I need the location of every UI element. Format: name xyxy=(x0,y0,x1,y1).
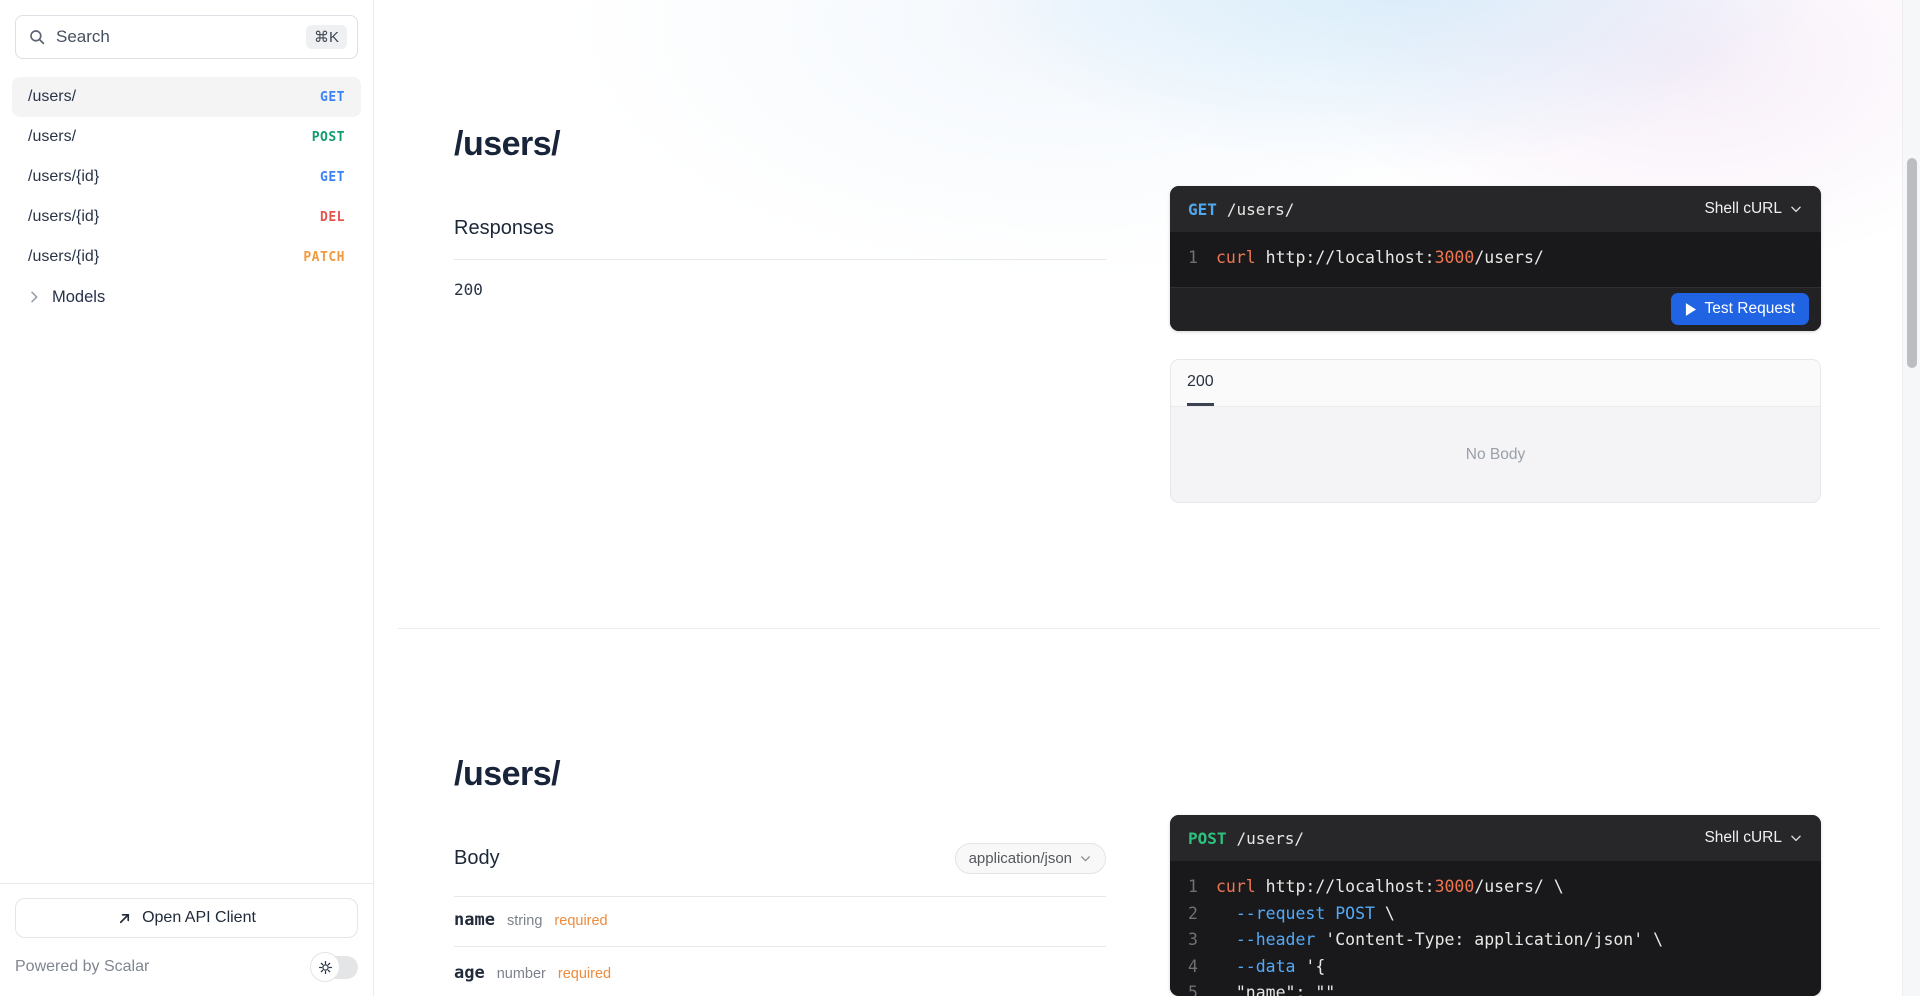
section-divider xyxy=(398,628,1880,629)
method-label: GET xyxy=(1188,200,1217,219)
chevron-down-icon xyxy=(1789,831,1803,845)
theme-toggle[interactable] xyxy=(310,952,358,982)
method-badge: POST xyxy=(312,130,345,145)
chevron-down-icon xyxy=(1789,202,1803,216)
method-badge: DEL xyxy=(320,210,345,225)
vertical-scrollbar[interactable] xyxy=(1902,0,1920,996)
field-required-label: required xyxy=(554,913,607,929)
divider xyxy=(454,259,1106,260)
divider xyxy=(454,946,1106,947)
code-line: 5 "name": "" xyxy=(1188,980,1803,996)
search-shortcut-badge: ⌘K xyxy=(306,25,347,49)
scrollbar-thumb[interactable] xyxy=(1907,158,1917,368)
content-type-selector[interactable]: application/json xyxy=(955,843,1106,874)
tab-200[interactable]: 200 xyxy=(1187,360,1214,406)
field-name-label: age xyxy=(454,963,485,983)
response-tabs: 200 xyxy=(1171,360,1820,407)
code-line: 1curl http://localhost:3000/users/ \ xyxy=(1188,874,1803,901)
sidebar: Search ⌘K /users/ GET /users/ POST /user… xyxy=(0,0,374,996)
field-type-label: string xyxy=(507,913,542,929)
sidebar-item-users-post[interactable]: /users/ POST xyxy=(12,117,361,157)
post-example-header: POST /users/ Shell cURL xyxy=(1170,815,1821,861)
test-request-button[interactable]: Test Request xyxy=(1671,293,1809,325)
schema-field-name: name string required xyxy=(454,910,1106,930)
endpoint-path: /users/{id} xyxy=(28,248,99,266)
language-label: Shell cURL xyxy=(1704,829,1782,847)
language-label: Shell cURL xyxy=(1704,200,1782,218)
play-icon xyxy=(1685,303,1696,316)
models-label: Models xyxy=(52,288,105,307)
code-line: 4 --data '{ xyxy=(1188,954,1803,981)
main-content: /users/ Responses 200 GET /users/ Shell … xyxy=(374,0,1920,996)
path-label: /users/ xyxy=(1237,829,1304,848)
response-code-200: 200 xyxy=(454,280,483,299)
get-example-card: GET /users/ Shell cURL 1curl http://loca… xyxy=(1170,186,1821,331)
code-line: 1curl http://localhost:3000/users/ xyxy=(1188,245,1803,272)
powered-by-scalar-link[interactable]: Powered by Scalar xyxy=(15,958,149,976)
endpoint-path: /users/{id} xyxy=(28,168,99,186)
path-label: /users/ xyxy=(1227,200,1294,219)
sidebar-item-users-id-get[interactable]: /users/{id} GET xyxy=(12,157,361,197)
open-api-client-button[interactable]: Open API Client xyxy=(15,898,358,938)
language-selector[interactable]: Shell cURL xyxy=(1704,829,1803,847)
language-selector[interactable]: Shell cURL xyxy=(1704,200,1803,218)
method-badge: PATCH xyxy=(303,250,345,265)
test-request-label: Test Request xyxy=(1705,300,1795,318)
field-required-label: required xyxy=(558,966,611,982)
code-snippet[interactable]: 1curl http://localhost:3000/users/ xyxy=(1170,232,1821,287)
sidebar-footer: Open API Client xyxy=(0,883,373,938)
body-heading: Body xyxy=(454,847,500,870)
schema-field-age: age number required xyxy=(454,963,1106,983)
method-label: POST xyxy=(1188,829,1227,848)
sidebar-item-users-id-del[interactable]: /users/{id} DEL xyxy=(12,197,361,237)
response-empty-text: No Body xyxy=(1171,407,1820,503)
method-badge: GET xyxy=(320,90,345,105)
sun-icon xyxy=(310,952,340,982)
chevron-down-icon xyxy=(1079,852,1092,865)
search-input[interactable]: Search ⌘K xyxy=(15,15,358,59)
sidebar-item-users-id-patch[interactable]: /users/{id} PATCH xyxy=(12,237,361,277)
endpoint-path: /users/ xyxy=(28,88,76,106)
page-title-post-users: /users/ xyxy=(454,755,560,794)
get-example-header: GET /users/ Shell cURL xyxy=(1170,186,1821,232)
sidebar-item-models[interactable]: Models xyxy=(12,277,361,317)
get-example-footer: Test Request xyxy=(1170,287,1821,331)
content-type-label: application/json xyxy=(969,850,1072,867)
responses-heading: Responses xyxy=(454,217,554,240)
endpoint-path: /users/ xyxy=(28,128,76,146)
response-panel: 200 No Body xyxy=(1170,359,1821,503)
chevron-right-icon xyxy=(26,289,42,305)
sidebar-item-users-get[interactable]: /users/ GET xyxy=(12,77,361,117)
search-icon xyxy=(28,28,46,46)
method-badge: GET xyxy=(320,170,345,185)
field-name-label: name xyxy=(454,910,495,930)
endpoint-list: /users/ GET /users/ POST /users/{id} GET… xyxy=(0,59,373,317)
external-arrow-icon xyxy=(117,911,132,926)
endpoint-path: /users/{id} xyxy=(28,208,99,226)
post-example-card: POST /users/ Shell cURL 1curl http://loc… xyxy=(1170,815,1821,996)
open-api-client-label: Open API Client xyxy=(142,909,256,927)
code-line: 2 --request POST \ xyxy=(1188,901,1803,928)
page-title-get-users: /users/ xyxy=(454,125,560,164)
field-type-label: number xyxy=(497,966,546,982)
search-placeholder: Search xyxy=(56,27,110,47)
divider xyxy=(454,896,1106,897)
code-snippet[interactable]: 1curl http://localhost:3000/users/ \2 --… xyxy=(1170,861,1821,996)
code-line: 3 --header 'Content-Type: application/js… xyxy=(1188,927,1803,954)
